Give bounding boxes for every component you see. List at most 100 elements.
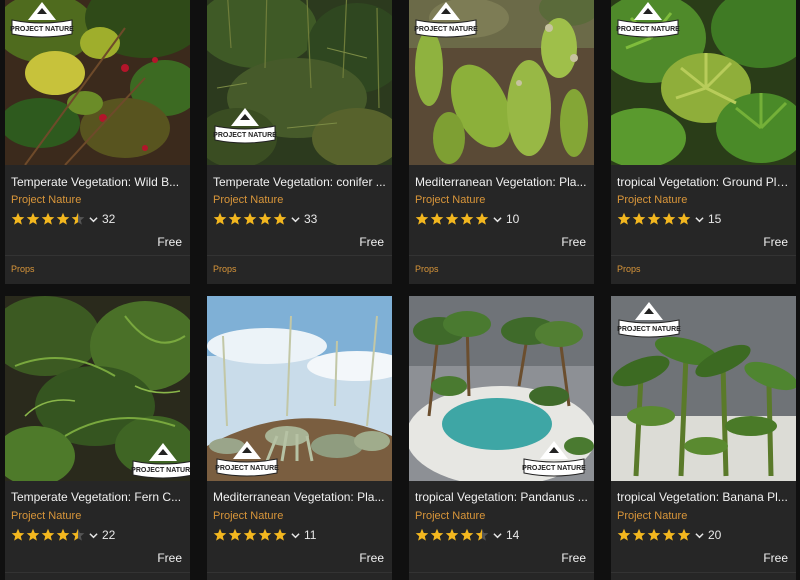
star-filled-icon bbox=[243, 212, 257, 225]
rating: 33 bbox=[213, 212, 317, 226]
asset-title[interactable]: Mediterranean Vegetation: Pla... bbox=[415, 175, 588, 189]
rating: 22 bbox=[11, 528, 115, 542]
chevron-down-icon[interactable] bbox=[493, 531, 502, 540]
star-filled-icon bbox=[258, 528, 272, 541]
category-link[interactable]: Props bbox=[415, 264, 439, 274]
asset-title[interactable]: Temperate Vegetation: conifer ... bbox=[213, 175, 386, 189]
publisher-link[interactable]: Project Nature bbox=[617, 194, 687, 206]
star-half-icon bbox=[71, 212, 85, 225]
asset-thumbnail[interactable]: PROJECT NATURE bbox=[409, 296, 594, 481]
star-filled-icon bbox=[445, 528, 459, 541]
svg-text:PROJECT NATURE: PROJECT NATURE bbox=[213, 132, 277, 139]
star-filled-icon bbox=[228, 528, 242, 541]
chevron-down-icon[interactable] bbox=[695, 531, 704, 540]
asset-thumbnail[interactable]: PROJECT NATURE bbox=[409, 0, 594, 165]
publisher-link[interactable]: Project Nature bbox=[11, 510, 81, 522]
rating-stars bbox=[11, 212, 85, 226]
star-filled-icon bbox=[430, 528, 444, 541]
asset-thumbnail[interactable]: PROJECT NATURE bbox=[207, 0, 392, 165]
star-filled-icon bbox=[430, 212, 444, 225]
asset-title[interactable]: Mediterranean Vegetation: Pla... bbox=[213, 490, 386, 504]
asset-thumbnail[interactable]: PROJECT NATURE bbox=[5, 0, 190, 165]
divider bbox=[207, 572, 392, 573]
rating-stars bbox=[213, 212, 287, 226]
rating-stars bbox=[415, 528, 489, 542]
asset-title[interactable]: tropical Vegetation: Ground Pla... bbox=[617, 175, 790, 189]
asset-card[interactable]: PROJECT NATURE Temperate Vegetation: Wil… bbox=[5, 0, 190, 284]
project-nature-logo: PROJECT NATURE bbox=[211, 435, 283, 479]
rating-count: 22 bbox=[102, 528, 116, 542]
star-filled-icon bbox=[617, 212, 631, 225]
asset-card[interactable]: PROJECT NATURE Temperate Vegetation: Fer… bbox=[5, 296, 190, 580]
publisher-link[interactable]: Project Nature bbox=[213, 510, 283, 522]
project-nature-logo: PROJECT NATURE bbox=[209, 102, 281, 146]
rating-stars bbox=[11, 528, 85, 542]
asset-card[interactable]: PROJECT NATURE Temperate Vegetation: con… bbox=[207, 0, 392, 284]
star-filled-icon bbox=[632, 528, 646, 541]
publisher-link[interactable]: Project Nature bbox=[617, 510, 687, 522]
rating-stars bbox=[415, 212, 489, 226]
asset-thumbnail[interactable]: PROJECT NATURE bbox=[5, 296, 190, 481]
star-filled-icon bbox=[460, 528, 474, 541]
svg-text:PROJECT NATURE: PROJECT NATURE bbox=[616, 26, 680, 33]
star-filled-icon bbox=[11, 528, 25, 541]
price-label: Free bbox=[763, 235, 788, 249]
asset-title[interactable]: Temperate Vegetation: Wild B... bbox=[11, 175, 184, 189]
price-label: Free bbox=[157, 551, 182, 565]
chevron-down-icon[interactable] bbox=[291, 215, 300, 224]
publisher-link[interactable]: Project Nature bbox=[415, 194, 485, 206]
star-filled-icon bbox=[632, 212, 646, 225]
asset-card[interactable]: PROJECT NATURE tropical Vegetation: Bana… bbox=[611, 296, 796, 580]
chevron-down-icon[interactable] bbox=[291, 531, 300, 540]
project-nature-logo: PROJECT NATURE bbox=[518, 435, 590, 479]
rating-count: 11 bbox=[304, 528, 317, 542]
publisher-link[interactable]: Project Nature bbox=[415, 510, 485, 522]
star-filled-icon bbox=[41, 528, 55, 541]
rating-count: 10 bbox=[506, 212, 520, 226]
chevron-down-icon[interactable] bbox=[89, 531, 98, 540]
chevron-down-icon[interactable] bbox=[493, 215, 502, 224]
asset-thumbnail[interactable]: PROJECT NATURE bbox=[611, 0, 796, 165]
asset-card[interactable]: PROJECT NATURE tropical Vegetation: Grou… bbox=[611, 0, 796, 284]
svg-text:PROJECT NATURE: PROJECT NATURE bbox=[131, 467, 190, 474]
rating: 11 bbox=[213, 528, 316, 542]
asset-thumbnail[interactable]: PROJECT NATURE bbox=[611, 296, 796, 481]
svg-text:PROJECT NATURE: PROJECT NATURE bbox=[215, 465, 279, 472]
asset-title[interactable]: Temperate Vegetation: Fern C... bbox=[11, 490, 184, 504]
asset-title[interactable]: tropical Vegetation: Pandanus ... bbox=[415, 490, 588, 504]
star-filled-icon bbox=[273, 212, 287, 225]
star-filled-icon bbox=[56, 212, 70, 225]
category-link[interactable]: Props bbox=[213, 264, 237, 274]
star-filled-icon bbox=[273, 528, 287, 541]
star-filled-icon bbox=[41, 212, 55, 225]
asset-title[interactable]: tropical Vegetation: Banana Pl... bbox=[617, 490, 790, 504]
category-link[interactable]: Props bbox=[11, 264, 35, 274]
rating-stars bbox=[617, 528, 691, 542]
chevron-down-icon[interactable] bbox=[695, 215, 704, 224]
chevron-down-icon[interactable] bbox=[89, 215, 98, 224]
asset-card[interactable]: PROJECT NATURE tropical Vegetation: Pand… bbox=[409, 296, 594, 580]
asset-card[interactable]: PROJECT NATURE Mediterranean Vegetation:… bbox=[207, 296, 392, 580]
rating: 15 bbox=[617, 212, 721, 226]
star-filled-icon bbox=[258, 212, 272, 225]
rating: 14 bbox=[415, 528, 519, 542]
asset-thumbnail[interactable]: PROJECT NATURE bbox=[207, 296, 392, 481]
rating: 32 bbox=[11, 212, 115, 226]
svg-text:PROJECT NATURE: PROJECT NATURE bbox=[414, 26, 478, 33]
price-label: Free bbox=[157, 235, 182, 249]
star-filled-icon bbox=[243, 528, 257, 541]
star-filled-icon bbox=[617, 528, 631, 541]
category-link[interactable]: Props bbox=[617, 264, 641, 274]
project-nature-logo: PROJECT NATURE bbox=[6, 0, 78, 40]
publisher-link[interactable]: Project Nature bbox=[213, 194, 283, 206]
star-filled-icon bbox=[475, 212, 489, 225]
asset-grid: PROJECT NATURE Temperate Vegetation: Wil… bbox=[0, 0, 800, 580]
publisher-link[interactable]: Project Nature bbox=[11, 194, 81, 206]
star-filled-icon bbox=[228, 212, 242, 225]
asset-card[interactable]: PROJECT NATURE Mediterranean Vegetation:… bbox=[409, 0, 594, 284]
star-filled-icon bbox=[460, 212, 474, 225]
rating-stars bbox=[213, 528, 287, 542]
rating: 20 bbox=[617, 528, 721, 542]
star-half-icon bbox=[71, 528, 85, 541]
star-half-icon bbox=[475, 528, 489, 541]
